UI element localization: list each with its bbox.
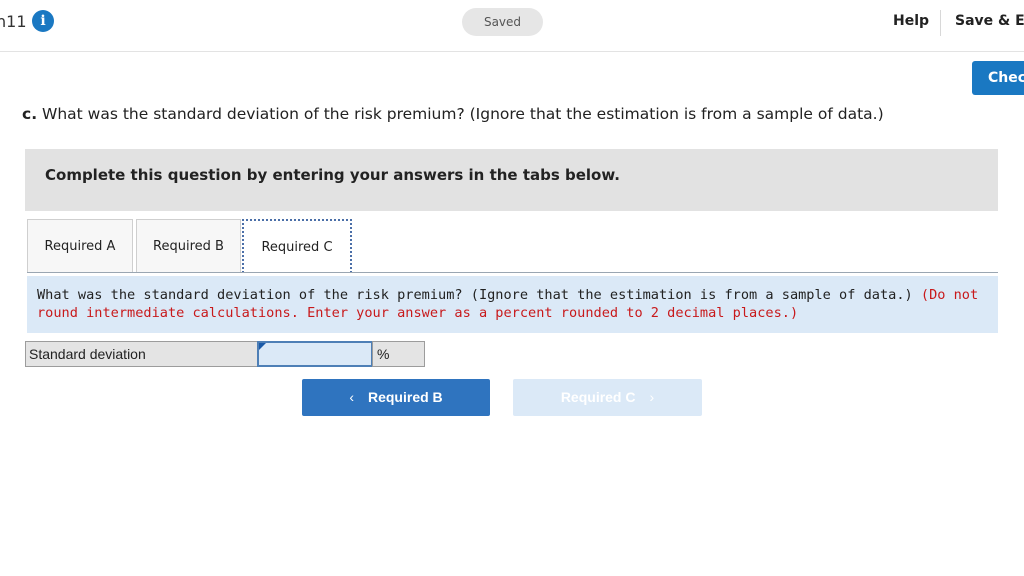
tab-required-b[interactable]: Required B [136,219,241,273]
info-icon[interactable]: i [32,10,54,32]
question-body: What was the standard deviation of the r… [42,105,884,123]
question-text: c. What was the standard deviation of th… [22,105,884,123]
header-divider [940,10,941,36]
prompt-text: What was the standard deviation of the r… [37,287,913,303]
help-link[interactable]: Help [893,13,929,29]
chapter-label: h11 [0,12,27,31]
standard-deviation-input[interactable] [257,341,373,367]
previous-tab-button[interactable]: ‹ Required B [302,379,490,416]
tab-required-a[interactable]: Required A [27,219,133,273]
input-marker-icon [259,343,266,350]
instruction-banner: Complete this question by entering your … [25,149,998,211]
chevron-left-icon: ‹ [349,389,354,405]
tab-divider [27,272,998,273]
next-tab-button[interactable]: Required C › [513,379,702,416]
instruction-text: Complete this question by entering your … [45,166,620,184]
next-tab-label: Required C [560,389,636,405]
standard-deviation-label: Standard deviation [25,341,258,367]
check-my-work-button[interactable]: Chec [972,61,1024,95]
tab-prompt: What was the standard deviation of the r… [27,276,998,333]
question-part-label: c. [22,105,38,123]
save-exit-button[interactable]: Save & Ex [955,13,1024,29]
previous-tab-label: Required B [367,389,443,405]
chevron-right-icon: › [649,389,655,405]
tab-required-c[interactable]: Required C [242,219,352,273]
top-bar: h11 i Saved Help Save & Ex [0,0,1024,52]
percent-unit-label: % [372,341,425,367]
saved-status-badge: Saved [462,8,543,36]
